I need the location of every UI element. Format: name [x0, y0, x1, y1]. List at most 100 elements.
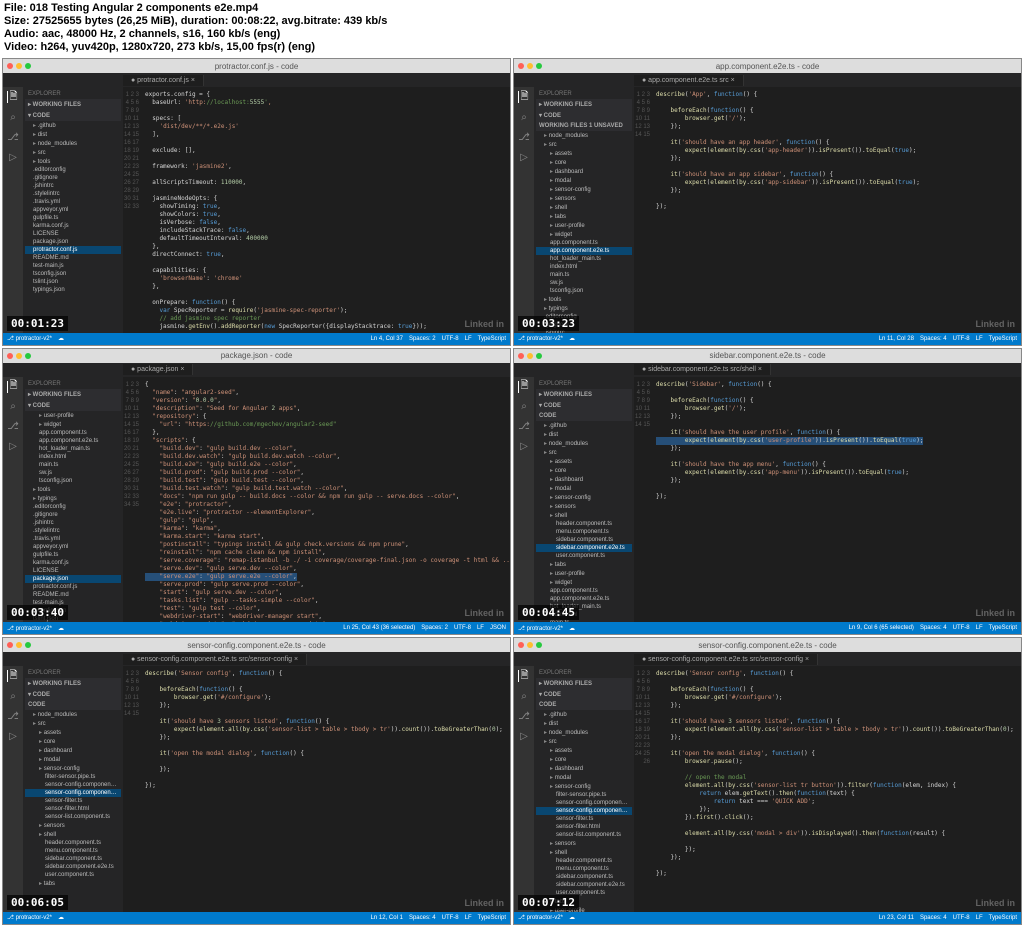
status-item[interactable]: Ln 25, Col 43 (36 selected) [343, 625, 415, 631]
editor-tab[interactable]: ● sensor-config.component.e2e.ts src/sen… [634, 654, 818, 665]
status-item[interactable]: ⎇ protractor-v2* [518, 914, 563, 921]
file-tree-item[interactable]: package.json [25, 238, 121, 246]
file-tree-item[interactable]: sensor-config.component.e2e.ts [536, 807, 632, 815]
debug-icon[interactable]: ▷ [518, 151, 530, 163]
file-tree-item[interactable]: tsconfig.json [25, 477, 121, 485]
status-item[interactable]: LF [465, 336, 472, 342]
status-item[interactable]: UTF-8 [953, 336, 970, 342]
working-files-section[interactable]: ▸ WORKING FILES [25, 389, 121, 400]
file-tree-item[interactable]: sensor-list.component.ts [536, 831, 632, 839]
status-item[interactable]: Spaces: 4 [409, 915, 436, 921]
file-tree-item[interactable]: sensor-filter.ts [25, 797, 121, 805]
file-tree-item[interactable]: sidebar.component.e2e.ts [25, 863, 121, 871]
explorer-icon[interactable]: 🗎 [518, 670, 530, 682]
explorer-icon[interactable]: 🗎 [518, 91, 530, 103]
file-tree-item[interactable]: .jshintrc [25, 519, 121, 527]
working-files-section[interactable]: ▸ WORKING FILES [536, 389, 632, 400]
file-tree-item[interactable]: tabs [536, 560, 632, 569]
file-tree-item[interactable]: dist [536, 719, 632, 728]
status-item[interactable]: ⎇ protractor-v2* [7, 625, 52, 632]
debug-icon[interactable]: ▷ [518, 730, 530, 742]
file-tree-item[interactable]: README.md [25, 591, 121, 599]
working-files-section[interactable]: ▸ WORKING FILES [536, 678, 632, 689]
working-files-section[interactable]: ▸ WORKING FILES [25, 678, 121, 689]
file-tree-item[interactable]: README.md [25, 254, 121, 262]
git-icon[interactable]: ⎇ [7, 131, 19, 143]
file-tree-item[interactable]: assets [25, 728, 121, 737]
status-item[interactable]: ☁ [569, 335, 575, 342]
file-tree-item[interactable]: protractor.conf.js [25, 246, 121, 254]
explorer-icon[interactable]: 🗎 [7, 91, 19, 103]
file-tree-item[interactable]: user-profile [536, 569, 632, 578]
file-tree-item[interactable]: index.html [25, 453, 121, 461]
file-tree-item[interactable]: app.component.ts [536, 587, 632, 595]
file-tree-item[interactable]: sidebar.component.e2e.ts [536, 544, 632, 552]
file-tree-item[interactable]: app.component.ts [536, 239, 632, 247]
file-tree-item[interactable]: appveyor.yml [25, 206, 121, 214]
code-section[interactable]: ▾ CODE [25, 689, 121, 700]
file-tree-item[interactable]: sensor-filter.ts [536, 815, 632, 823]
file-tree-item[interactable]: node_modules [536, 439, 632, 448]
file-tree-item[interactable]: sidebar.component.ts [536, 536, 632, 544]
file-tree-item[interactable]: main.ts [25, 461, 121, 469]
minimize-icon[interactable] [527, 642, 533, 648]
editor-tab[interactable]: ● sidebar.component.e2e.ts src/shell × [634, 364, 771, 375]
file-tree-item[interactable]: assets [536, 746, 632, 755]
file-tree-item[interactable]: .stylelintrc [25, 190, 121, 198]
file-tree-item[interactable]: hot_loader_main.ts [25, 445, 121, 453]
status-item[interactable]: ☁ [569, 914, 575, 921]
status-item[interactable]: ⎇ protractor-v2* [518, 335, 563, 342]
git-icon[interactable]: ⎇ [518, 131, 530, 143]
file-tree-item[interactable]: modal [25, 755, 121, 764]
debug-icon[interactable]: ▷ [7, 441, 19, 453]
status-item[interactable]: JSON [490, 625, 506, 631]
file-tree-item[interactable]: core [536, 158, 632, 167]
file-tree-item[interactable]: gulpfile.ts [25, 214, 121, 222]
git-icon[interactable]: ⎇ [518, 421, 530, 433]
file-tree-item[interactable]: core [536, 755, 632, 764]
file-tree-item[interactable]: filter-sensor.pipe.ts [25, 773, 121, 781]
file-tree-item[interactable]: shell [536, 203, 632, 212]
file-tree-item[interactable]: dashboard [536, 167, 632, 176]
file-tree-item[interactable]: app.component.e2e.ts [25, 437, 121, 445]
code-editor[interactable]: 1 2 3 4 5 6 7 8 9 10 11 12 13 14 15 16 1… [123, 87, 510, 333]
file-tree-item[interactable]: tsconfig.json [536, 287, 632, 295]
file-tree-item[interactable]: appveyor.yml [25, 543, 121, 551]
working-files-section[interactable]: ▸ WORKING FILES [536, 99, 632, 110]
code-editor[interactable]: 1 2 3 4 5 6 7 8 9 10 11 12 13 14 15 desc… [634, 377, 1021, 623]
file-tree-item[interactable]: widget [536, 230, 632, 239]
explorer-icon[interactable]: 🗎 [518, 381, 530, 393]
file-tree-item[interactable]: sensors [536, 839, 632, 848]
status-item[interactable]: ⎇ protractor-v2* [7, 335, 52, 342]
file-tree-item[interactable]: modal [536, 484, 632, 493]
close-icon[interactable] [7, 63, 13, 69]
close-icon[interactable] [7, 353, 13, 359]
file-tree-item[interactable]: sensor-config.component.ts [536, 799, 632, 807]
working-files-section[interactable]: ▸ WORKING FILES [25, 99, 121, 110]
file-tree-item[interactable]: sensors [25, 821, 121, 830]
file-tree-item[interactable]: sensor-config.component.ts [25, 781, 121, 789]
file-tree-item[interactable]: typings.json [25, 286, 121, 294]
file-tree-item[interactable]: sensor-config [536, 782, 632, 791]
file-tree-item[interactable]: karma.conf.js [25, 222, 121, 230]
file-tree-item[interactable]: widget [536, 578, 632, 587]
code-content[interactable]: describe('Sidebar', function() { beforeE… [656, 381, 1019, 501]
file-tree-item[interactable]: .gitignore [25, 511, 121, 519]
file-tree-item[interactable]: user-profile [25, 411, 121, 420]
file-tree-item[interactable]: .travis.yml [25, 535, 121, 543]
search-icon[interactable]: ⌕ [518, 111, 530, 123]
minimize-icon[interactable] [16, 63, 22, 69]
file-tree-item[interactable]: menu.component.ts [536, 865, 632, 873]
file-tree-item[interactable]: tsconfig.json [25, 270, 121, 278]
close-icon[interactable] [518, 63, 524, 69]
maximize-icon[interactable] [536, 353, 542, 359]
maximize-icon[interactable] [536, 63, 542, 69]
status-item[interactable]: Spaces: 2 [421, 625, 448, 631]
file-tree-item[interactable]: modal [536, 773, 632, 782]
status-item[interactable]: LF [477, 625, 484, 631]
file-tree-item[interactable]: dist [25, 130, 121, 139]
debug-icon[interactable]: ▷ [518, 441, 530, 453]
minimize-icon[interactable] [527, 353, 533, 359]
search-icon[interactable]: ⌕ [7, 111, 19, 123]
file-tree-item[interactable]: dashboard [536, 475, 632, 484]
